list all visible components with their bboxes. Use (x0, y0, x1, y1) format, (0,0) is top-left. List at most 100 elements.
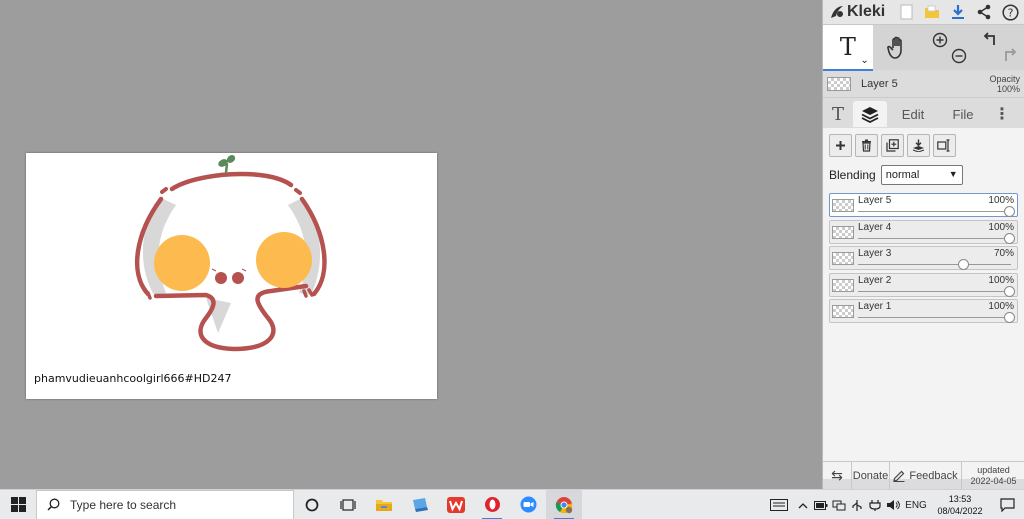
volume-icon[interactable] (884, 490, 902, 519)
taskbar-chrome[interactable] (546, 489, 582, 519)
undo-icon[interactable] (983, 31, 999, 47)
taskbar-zoom[interactable] (510, 490, 546, 519)
feedback-label: Feedback (909, 469, 958, 482)
layer-thumbnail (832, 252, 854, 265)
power-plug-icon[interactable] (866, 490, 884, 519)
task-view-icon (340, 498, 356, 511)
layer-row-1[interactable]: Layer 1 100% (829, 299, 1018, 323)
help-icon[interactable]: ? (999, 1, 1021, 23)
taskbar-wps-office[interactable] (438, 490, 474, 519)
svg-text:?: ? (1007, 6, 1013, 19)
tab-edit[interactable]: Edit (887, 101, 939, 127)
current-layer-thumbnail (827, 76, 851, 91)
opacity-slider-track[interactable] (858, 264, 1011, 265)
blending-value: normal (885, 169, 920, 181)
layer-opacity: 100% (988, 195, 1014, 206)
donate-link[interactable]: Donate (851, 461, 889, 490)
windows-taskbar: Type here to search ENG 13:53 08/04/2022 (0, 489, 1024, 519)
opacity-slider-knob[interactable] (958, 259, 970, 270)
keyboard-tray-icon[interactable] (764, 490, 794, 519)
taskbar-file-explorer[interactable] (366, 490, 402, 519)
blending-select[interactable]: normal ▼ (880, 165, 963, 185)
zoom-app-icon (520, 496, 536, 513)
file-explorer-icon (376, 500, 392, 511)
hand-tool-button[interactable] (873, 25, 923, 71)
network-icon[interactable] (830, 490, 848, 519)
feedback-link[interactable]: Feedback (889, 461, 961, 490)
tab-layers[interactable] (853, 101, 887, 127)
taskbar-search[interactable]: Type here to search (36, 489, 294, 519)
chevron-down-icon[interactable]: ⌄ (860, 55, 868, 66)
more-menu-icon[interactable]: ⋮ (987, 101, 1017, 127)
system-tray: ENG 13:53 08/04/2022 (764, 490, 1024, 519)
language-indicator[interactable]: ENG (902, 500, 930, 511)
clock[interactable]: 13:53 08/04/2022 (930, 493, 990, 517)
start-button[interactable] (0, 490, 36, 519)
clock-time: 13:53 (948, 494, 972, 504)
delete-layer-button[interactable] (855, 134, 878, 157)
text-tool-button[interactable]: T ⌄ (823, 25, 873, 71)
add-layer-button[interactable] (829, 134, 852, 157)
kleki-logo-icon (831, 6, 843, 18)
layer-opacity: 100% (988, 301, 1014, 312)
taskbar-app-blue[interactable] (402, 490, 438, 519)
canvas-workspace[interactable]: phamvudieuanhcoolgirl666#HD247 (0, 0, 822, 489)
text-tool-icon: T (839, 33, 856, 61)
remote-desktop-icon (413, 497, 428, 512)
merge-down-button[interactable] (907, 134, 930, 157)
search-placeholder: Type here to search (70, 497, 177, 512)
layer-row-3[interactable]: Layer 3 70% (829, 246, 1018, 270)
download-icon[interactable] (947, 1, 969, 23)
redo-icon[interactable] (1001, 47, 1017, 63)
updated-date: 2022-04-05 (970, 475, 1017, 486)
opera-icon (484, 497, 500, 512)
updated-info[interactable]: updated 2022-04-05 (961, 461, 1024, 490)
app-topbar: Kleki ? (823, 0, 1024, 24)
cortana-button[interactable] (294, 490, 330, 519)
zoom-out-icon[interactable] (951, 48, 967, 64)
layer-row-4[interactable]: Layer 4 100% (829, 219, 1018, 244)
panel-tabs: T Edit File ⋮ (823, 100, 1024, 128)
layer-name: Layer 3 (858, 248, 892, 259)
tool-panel: Kleki ? T ⌄ Layer 5 Opacity 100% T Edit … (822, 0, 1024, 490)
show-hidden-icons-icon[interactable] (794, 490, 812, 519)
opacity-slider-knob[interactable] (1004, 232, 1015, 244)
duplicate-layer-button[interactable] (881, 134, 904, 157)
layer-opacity: 100% (988, 274, 1014, 286)
opacity-slider-knob[interactable] (1004, 206, 1015, 217)
opacity-slider-track[interactable] (858, 290, 1011, 292)
app-logo[interactable]: Kleki (829, 3, 885, 21)
layer-row-5[interactable]: Layer 5 100% (829, 193, 1018, 217)
tab-tool-settings[interactable]: T (823, 101, 853, 127)
layer-list: Layer 5 100% Layer 4 100% Layer 3 70% La… (829, 193, 1018, 323)
share-icon[interactable] (973, 1, 995, 23)
notification-center-button[interactable] (990, 490, 1024, 519)
tab-file[interactable]: File (939, 101, 987, 127)
open-folder-icon[interactable] (921, 1, 943, 23)
opacity-slider-knob[interactable] (1004, 312, 1015, 323)
windows-logo-icon (10, 497, 26, 512)
history-controls (973, 25, 1024, 71)
layer-name: Layer 1 (858, 301, 892, 312)
layer-opacity: 70% (993, 248, 1014, 259)
layer-thumbnail (832, 225, 854, 239)
nose-right (232, 272, 244, 284)
taskbar-opera[interactable] (474, 490, 510, 519)
task-view-button[interactable] (330, 490, 366, 519)
updated-label: updated (977, 464, 1010, 475)
battery-icon[interactable] (812, 490, 830, 519)
layer-row-2[interactable]: Layer 2 100% (829, 272, 1018, 297)
opacity-slider-track[interactable] (858, 317, 1011, 318)
rename-layer-button[interactable] (933, 134, 956, 157)
zoom-controls (923, 25, 974, 71)
zoom-in-icon[interactable] (932, 32, 948, 48)
current-layer-opacity[interactable]: Opacity 100% (989, 74, 1020, 94)
new-image-icon[interactable] (895, 1, 917, 23)
opacity-slider-track[interactable] (858, 211, 1011, 212)
swap-side-icon[interactable]: ⇆ (823, 467, 851, 484)
canvas-caption: phamvudieuanhcoolgirl666#HD247 (34, 372, 232, 385)
usb-icon[interactable] (848, 490, 866, 519)
opacity-slider-track[interactable] (858, 237, 1011, 239)
opacity-slider-knob[interactable] (1004, 285, 1015, 297)
drawing-canvas[interactable]: phamvudieuanhcoolgirl666#HD247 (26, 153, 437, 399)
